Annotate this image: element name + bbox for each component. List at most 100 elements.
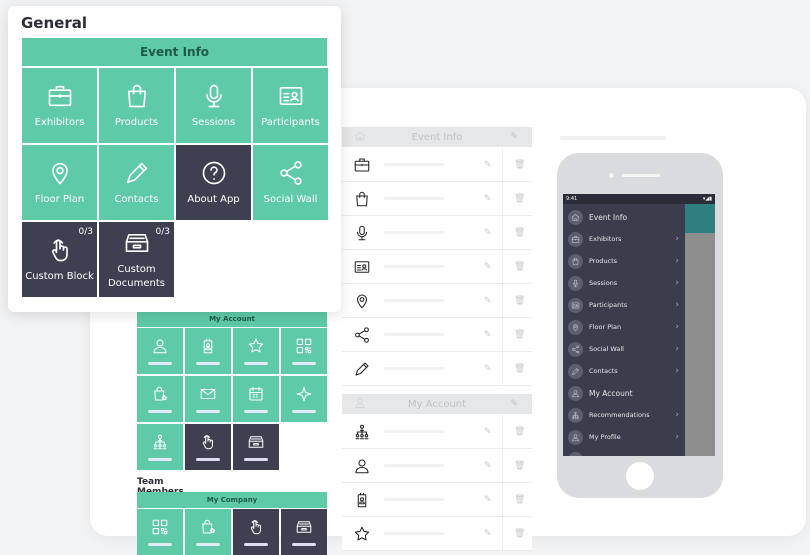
drawer-item[interactable]: Sessions ›: [563, 272, 685, 294]
edit-icon[interactable]: ✎: [484, 330, 492, 340]
drawer-item[interactable]: Products ›: [563, 250, 685, 272]
module-row[interactable]: ✎ 🗑: [342, 148, 532, 182]
name-placeholder: [384, 498, 444, 501]
qr-tile[interactable]: [137, 509, 183, 555]
edit-icon[interactable]: ✎: [484, 529, 492, 539]
user-icon: [355, 398, 365, 408]
tile-sessions[interactable]: Sessions: [176, 68, 251, 143]
tile-label-placeholder: [196, 543, 220, 546]
hand-tile[interactable]: [233, 509, 279, 555]
module-row[interactable]: ✎ 🗑: [342, 318, 532, 352]
drawer-item[interactable]: Contacts ›: [563, 360, 685, 382]
edit-icon[interactable]: ✎: [484, 262, 492, 272]
drawer-item[interactable]: Floor Plan ›: [563, 316, 685, 338]
edit-icon[interactable]: ✎: [484, 160, 492, 170]
home-icon: [571, 213, 580, 221]
bagstar-tile[interactable]: [185, 509, 231, 555]
envelope-tile[interactable]: [185, 376, 231, 422]
name-placeholder: [384, 430, 444, 433]
drawer-item[interactable]: Participants ›: [563, 294, 685, 316]
drawer-item[interactable]: Recommendations ›: [563, 404, 685, 426]
star-tile[interactable]: [233, 328, 279, 374]
tile-exhibitors[interactable]: Exhibitors: [22, 68, 97, 143]
module-row[interactable]: ✎ 🗑: [342, 483, 532, 517]
trash-icon[interactable]: 🗑: [514, 461, 525, 471]
pin-icon: [572, 323, 579, 331]
trash-icon[interactable]: 🗑: [514, 364, 525, 374]
user-icon: [572, 389, 579, 397]
phone-home-button[interactable]: [626, 462, 654, 490]
pin-icon: [356, 293, 368, 308]
my_account_grid-header[interactable]: My Account: [137, 311, 327, 327]
archive-tile[interactable]: [233, 424, 279, 470]
module-row[interactable]: ✎ 🗑: [342, 449, 532, 483]
team_members-header[interactable]: My Company: [137, 492, 327, 508]
org-tile[interactable]: [137, 424, 183, 470]
tile-contacts[interactable]: Contacts: [99, 145, 174, 220]
trash-icon[interactable]: 🗑: [514, 160, 525, 170]
sparkle-tile[interactable]: [281, 376, 327, 422]
drawer-item[interactable]: My Badge ›: [563, 448, 685, 456]
edit-icon[interactable]: ✎: [484, 296, 492, 306]
drawer-item[interactable]: Exhibitors ›: [563, 228, 685, 250]
tile-label-placeholder: [244, 362, 268, 365]
module-row[interactable]: ✎ 🗑: [342, 415, 532, 449]
name-placeholder: [384, 265, 444, 268]
trash-icon[interactable]: 🗑: [514, 427, 525, 437]
trash-icon[interactable]: 🗑: [514, 262, 525, 272]
archive-tile[interactable]: [281, 509, 327, 555]
edit-icon[interactable]: ✎: [484, 194, 492, 204]
qr-tile[interactable]: [281, 328, 327, 374]
event-info-header[interactable]: Event Info: [22, 38, 327, 66]
status-time: 9:41: [566, 196, 578, 202]
user-tile[interactable]: [137, 328, 183, 374]
tile-social-wall[interactable]: Social Wall: [253, 145, 328, 220]
trash-icon[interactable]: 🗑: [514, 529, 525, 539]
module-row[interactable]: ✎ 🗑: [342, 250, 532, 284]
trash-icon[interactable]: 🗑: [514, 296, 525, 306]
briefcase-icon: [354, 157, 370, 172]
trash-icon[interactable]: 🗑: [514, 228, 525, 238]
drawer-item[interactable]: Event Info: [563, 206, 685, 228]
edit-icon[interactable]: ✎: [484, 461, 492, 471]
trash-icon[interactable]: 🗑: [514, 194, 525, 204]
calendar-tile[interactable]: [233, 376, 279, 422]
edit-icon[interactable]: ✎: [510, 399, 518, 409]
edit-icon[interactable]: ✎: [484, 228, 492, 238]
tile-label: Contacts: [114, 193, 159, 205]
module-row[interactable]: ✎ 🗑: [342, 517, 532, 551]
bagstar-tile[interactable]: [137, 376, 183, 422]
phone-speaker: [622, 174, 660, 177]
tile-custom-documents[interactable]: Custom Documents 0/3: [99, 222, 174, 297]
edit-icon[interactable]: ✎: [484, 427, 492, 437]
hand-tile[interactable]: [185, 424, 231, 470]
drawer-item[interactable]: My Account: [563, 382, 685, 404]
chevron-right-icon: ›: [675, 256, 679, 266]
drawer-item[interactable]: Social Wall ›: [563, 338, 685, 360]
hand-icon: [51, 238, 68, 261]
badge-tile[interactable]: [185, 328, 231, 374]
trash-icon[interactable]: 🗑: [514, 330, 525, 340]
tile-label: Sessions: [191, 116, 236, 128]
drawer-item-label: Exhibitors: [589, 235, 622, 243]
tile-participants[interactable]: Participants: [253, 68, 328, 143]
edit-icon[interactable]: ✎: [484, 495, 492, 505]
edit-icon[interactable]: ✎: [484, 364, 492, 374]
module-row[interactable]: ✎ 🗑: [342, 216, 532, 250]
tile-products[interactable]: Products: [99, 68, 174, 143]
module-row[interactable]: ✎ 🗑: [342, 182, 532, 216]
module-row[interactable]: ✎ 🗑: [342, 352, 532, 386]
tile-label: Social Wall: [263, 193, 318, 205]
tile-about-app[interactable]: About App: [176, 145, 251, 220]
tile-custom-block[interactable]: Custom Block 0/3: [22, 222, 97, 297]
hand-icon: [202, 435, 214, 450]
drawer-item[interactable]: My Profile ›: [563, 426, 685, 448]
section-header[interactable]: My Account ✎: [342, 394, 532, 414]
section-header[interactable]: Event Info ✎: [342, 127, 532, 147]
drawer-item-label: Participants: [589, 301, 628, 309]
tile-floor-plan[interactable]: Floor Plan: [22, 145, 97, 220]
edit-icon[interactable]: ✎: [510, 132, 518, 142]
user-icon: [355, 458, 369, 473]
module-row[interactable]: ✎ 🗑: [342, 284, 532, 318]
trash-icon[interactable]: 🗑: [514, 495, 525, 505]
